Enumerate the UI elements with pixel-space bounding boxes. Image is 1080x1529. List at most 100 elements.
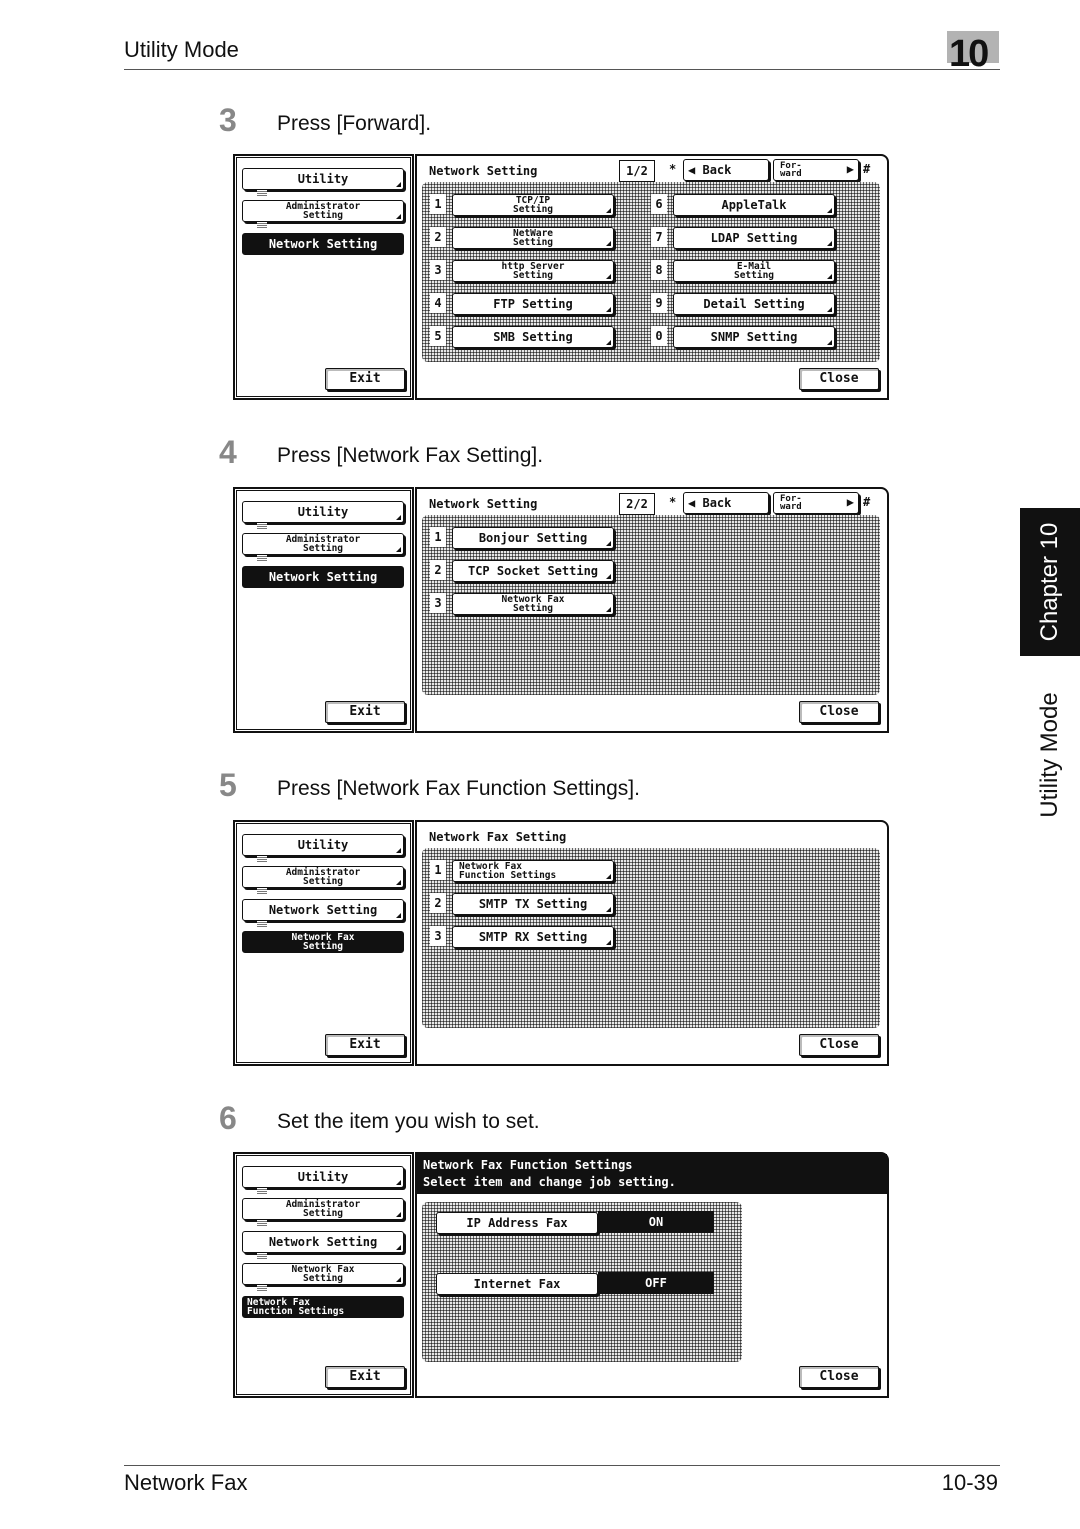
back-button[interactable]: ◀ Back <box>683 159 769 181</box>
left-arrow-icon: ◀ <box>688 163 696 177</box>
label-line2: Setting <box>302 210 344 221</box>
menu-area: 1 TCP/IP Setting 2 NetWare Setting 3 http … <box>422 182 880 362</box>
panel-title: Network Fax Setting <box>429 830 567 844</box>
close-button[interactable]: Close <box>799 701 879 723</box>
breadcrumb-utility[interactable]: Utility <box>242 834 404 856</box>
menu-item-network-fax-setting[interactable]: Network Fax Setting <box>452 593 614 615</box>
connector <box>257 921 267 927</box>
screen-network-setting-page1: Utility Administrator Setting Network Set… <box>233 154 889 400</box>
label: TCP Socket Setting <box>467 564 599 578</box>
panel-title: Network Setting <box>429 164 538 178</box>
label-line2: Setting <box>512 270 554 281</box>
mode-side-label: Utility Mode <box>1020 680 1080 830</box>
breadcrumb-administrator-setting[interactable]: Administrator Setting <box>242 200 404 222</box>
breadcrumb-network-fax-function-settings[interactable]: Network Fax Function Settings <box>242 1296 404 1318</box>
star-key-icon: * <box>669 162 677 176</box>
right-arrow-icon: ▶ <box>846 495 854 509</box>
breadcrumb-network-setting[interactable]: Network Setting <box>242 233 404 255</box>
hash-key-icon: # <box>863 162 871 176</box>
label-line2: ward <box>780 169 802 179</box>
label: Utility <box>297 172 349 186</box>
item-number: 1 <box>430 194 446 214</box>
connector <box>257 1285 267 1291</box>
internet-fax-button[interactable]: Internet Fax <box>436 1273 598 1295</box>
breadcrumb-utility[interactable]: Utility <box>242 501 404 523</box>
exit-button[interactable]: Exit <box>325 1366 405 1388</box>
menu-item-tcp-socket[interactable]: TCP Socket Setting <box>452 560 614 582</box>
step-text: Press [Forward]. <box>277 112 432 135</box>
right-panel: Network Fax Setting 1 Network Fax Functio… <box>415 820 889 1066</box>
close-button[interactable]: Close <box>799 1366 879 1388</box>
menu-item-bonjour[interactable]: Bonjour Setting <box>452 527 614 549</box>
menu-item-tcpip[interactable]: TCP/IP Setting <box>452 194 614 216</box>
breadcrumb-administrator-setting[interactable]: Administrator Setting <box>242 533 404 555</box>
left-panel: Utility Administrator Setting Network Set… <box>233 154 414 400</box>
page-indicator: 2/2 <box>619 493 655 515</box>
left-panel: Utility Administrator Setting Network Set… <box>233 487 414 733</box>
connector <box>257 555 267 561</box>
label: SNMP Setting <box>710 330 798 344</box>
breadcrumb-utility[interactable]: Utility <box>242 1166 404 1188</box>
menu-item-smb[interactable]: SMB Setting <box>452 326 614 348</box>
forward-button[interactable]: For-ward ▶ <box>773 159 859 181</box>
function-area: IP Address Fax ON Internet Fax OFF <box>422 1202 742 1362</box>
label: AppleTalk <box>721 198 787 212</box>
close-button[interactable]: Close <box>799 368 879 390</box>
breadcrumb-network-setting[interactable]: Network Setting <box>242 1231 404 1253</box>
label: Bonjour Setting <box>478 531 588 545</box>
item-number: 1 <box>430 527 446 547</box>
menu-item-detail[interactable]: Detail Setting <box>673 293 835 315</box>
label: Back <box>702 163 732 177</box>
left-panel: Utility Administrator Setting Network Set… <box>233 1152 414 1398</box>
close-button[interactable]: Close <box>799 1034 879 1056</box>
label-line2: Setting <box>302 543 344 554</box>
item-number: 5 <box>430 326 446 346</box>
label-line2: Setting <box>302 941 344 952</box>
connector <box>257 1253 267 1259</box>
menu-item-smtp-tx[interactable]: SMTP TX Setting <box>452 893 614 915</box>
back-button[interactable]: ◀ Back <box>683 492 769 514</box>
step-number: 6 <box>219 1100 237 1136</box>
menu-item-email[interactable]: E-Mail Setting <box>673 260 835 282</box>
menu-area: 1 Bonjour Setting 2 TCP Socket Setting 3… <box>422 515 880 695</box>
menu-item-snmp[interactable]: SNMP Setting <box>673 326 835 348</box>
ip-address-fax-button[interactable]: IP Address Fax <box>436 1212 598 1234</box>
menu-item-ftp[interactable]: FTP Setting <box>452 293 614 315</box>
item-number: 2 <box>430 560 446 580</box>
breadcrumb-administrator-setting[interactable]: Administrator Setting <box>242 1198 404 1220</box>
label: Network Setting <box>268 903 378 917</box>
item-number: 9 <box>651 293 667 313</box>
menu-item-ldap[interactable]: LDAP Setting <box>673 227 835 249</box>
label: Utility <box>297 1170 349 1184</box>
breadcrumb-network-setting[interactable]: Network Setting <box>242 899 404 921</box>
breadcrumb-network-fax-setting[interactable]: Network Fax Setting <box>242 1263 404 1285</box>
breadcrumb-network-fax-setting[interactable]: Network Fax Setting <box>242 931 404 953</box>
step-text: Press [Network Fax Setting]. <box>277 444 544 467</box>
menu-item-network-fax-function-settings[interactable]: Network Fax Function Settings <box>452 860 614 882</box>
right-arrow-icon: ▶ <box>846 162 854 176</box>
label: LDAP Setting <box>710 231 798 245</box>
menu-item-http-server[interactable]: http Server Setting <box>452 260 614 282</box>
exit-button[interactable]: Exit <box>325 368 405 390</box>
menu-item-netware[interactable]: NetWare Setting <box>452 227 614 249</box>
breadcrumb-utility[interactable]: Utility <box>242 168 404 190</box>
mode-label: Utility Mode <box>1036 692 1063 818</box>
exit-button[interactable]: Exit <box>325 701 405 723</box>
header-rule <box>124 69 1000 70</box>
label-line2: Setting <box>512 603 554 614</box>
label: Detail Setting <box>703 297 805 311</box>
label: FTP Setting <box>493 297 573 311</box>
menu-item-appletalk[interactable]: AppleTalk <box>673 194 835 216</box>
star-key-icon: * <box>669 495 677 509</box>
item-number: 8 <box>651 260 667 280</box>
step-text: Press [Network Fax Function Settings]. <box>277 777 640 800</box>
step-number: 3 <box>219 102 237 138</box>
breadcrumb-administrator-setting[interactable]: Administrator Setting <box>242 866 404 888</box>
page-indicator: 1/2 <box>619 160 655 182</box>
forward-button[interactable]: For-ward ▶ <box>773 492 859 514</box>
menu-item-smtp-rx[interactable]: SMTP RX Setting <box>452 926 614 948</box>
exit-button[interactable]: Exit <box>325 1034 405 1056</box>
panel-title: Network Setting <box>429 497 538 511</box>
menu-area: 1 Network Fax Function Settings 2 SMTP TX… <box>422 848 880 1028</box>
breadcrumb-network-setting[interactable]: Network Setting <box>242 566 404 588</box>
